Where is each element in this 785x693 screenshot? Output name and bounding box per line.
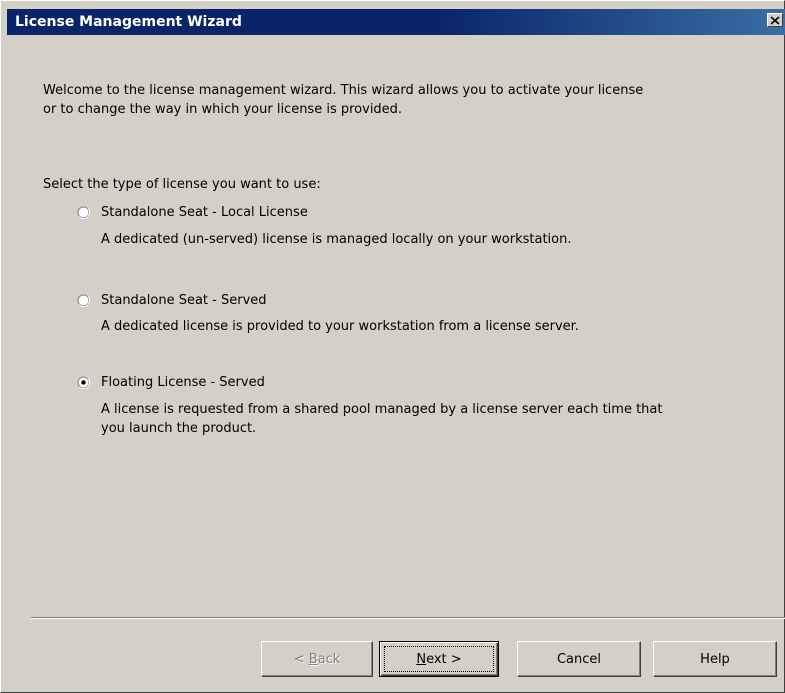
back-prefix: < xyxy=(293,651,309,667)
button-separator xyxy=(31,617,785,619)
next-button[interactable]: Next > xyxy=(379,641,499,677)
option-label-standalone-local[interactable]: Standalone Seat - Local License xyxy=(101,203,308,222)
help-button-label: Help xyxy=(700,651,730,667)
radio-unchecked-icon xyxy=(77,294,90,307)
option-label-standalone-served[interactable]: Standalone Seat - Served xyxy=(101,291,267,310)
option-desc-floating-served-line-1: A license is requested from a shared poo… xyxy=(101,402,663,417)
option-label-floating-served[interactable]: Floating License - Served xyxy=(101,373,265,392)
radio-standalone-local[interactable] xyxy=(77,206,90,219)
radio-standalone-served[interactable] xyxy=(77,294,90,307)
next-focus-ring: Next > xyxy=(384,646,494,672)
option-desc-floating-served-line-2: you launch the product. xyxy=(101,421,257,436)
radio-unchecked-icon xyxy=(77,206,90,219)
cancel-button[interactable]: Cancel xyxy=(517,641,641,677)
close-button[interactable] xyxy=(767,13,783,27)
back-rest: ack xyxy=(317,651,341,667)
help-button[interactable]: Help xyxy=(653,641,777,677)
intro-text-line-2: or to change the way in which your licen… xyxy=(43,102,403,117)
option-desc-standalone-local: A dedicated (un-served) license is manag… xyxy=(101,232,572,247)
cancel-button-label: Cancel xyxy=(556,651,602,667)
back-button[interactable]: < Back xyxy=(261,641,373,677)
radio-floating-served[interactable] xyxy=(77,376,90,389)
back-mnemonic: B xyxy=(308,651,318,667)
intro-text-line-1: Welcome to the license management wizard… xyxy=(43,83,644,98)
next-rest: ext > xyxy=(426,651,462,667)
title-bar[interactable]: License Management Wizard xyxy=(7,9,785,35)
close-icon xyxy=(770,15,780,25)
back-button-label: < Back xyxy=(294,652,341,667)
next-button-label: Next > xyxy=(416,652,461,667)
option-desc-standalone-served: A dedicated license is provided to your … xyxy=(101,319,579,334)
license-type-prompt: Select the type of license you want to u… xyxy=(43,177,321,192)
radio-checked-icon xyxy=(77,376,90,389)
window-title: License Management Wizard xyxy=(15,14,242,30)
next-mnemonic: N xyxy=(416,651,427,667)
license-wizard-window: License Management Wizard Welcome to the… xyxy=(0,0,785,693)
